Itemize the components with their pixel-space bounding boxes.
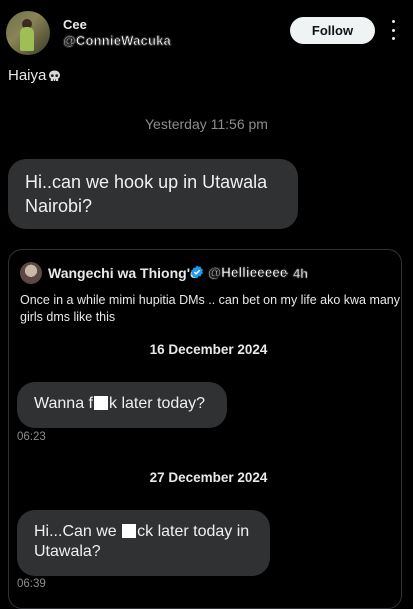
dm-message-bubble: Hi..can we hook up in Utawala Nairobi? [8, 159, 298, 229]
message-time: 06:39 [17, 578, 46, 590]
quoted-post-text: Once in a while mimi hupitia DMs .. can … [20, 293, 401, 324]
author-handle[interactable]: @ConnieWacuka [63, 33, 171, 49]
redaction-mark [122, 524, 137, 538]
message-text-part: k later today? [109, 395, 206, 412]
date-separator: 16 December 2024 [149, 342, 268, 357]
more-options-icon[interactable] [388, 20, 398, 40]
quoted-post-age: · 4h [285, 266, 309, 281]
quoted-author-name: Wangechi wa Thiong'o [48, 265, 199, 281]
message-text-part: Wanna f [34, 395, 93, 412]
message-time: 06:23 [17, 431, 46, 443]
quoted-author-avatar [20, 262, 42, 284]
author-avatar[interactable] [6, 11, 50, 55]
verified-badge-icon [191, 265, 203, 279]
message-bubble: Hi...Can we ck later today in Utawala? [17, 510, 270, 576]
message-text-part: Hi...Can we [34, 523, 122, 540]
dm-timestamp: Yesterday 11:56 pm [145, 116, 268, 132]
message-bubble: Wanna f k later today? [17, 382, 227, 428]
post-text-label: Haiya [8, 67, 47, 84]
author-name[interactable]: Cee [63, 17, 87, 32]
quoted-author-handle: @Hellieeeee [208, 265, 288, 281]
redaction-mark [94, 396, 108, 410]
post-text: Haiya [8, 67, 61, 84]
follow-button[interactable]: Follow [290, 17, 375, 44]
date-separator: 27 December 2024 [149, 470, 268, 485]
skull-icon [49, 70, 61, 81]
